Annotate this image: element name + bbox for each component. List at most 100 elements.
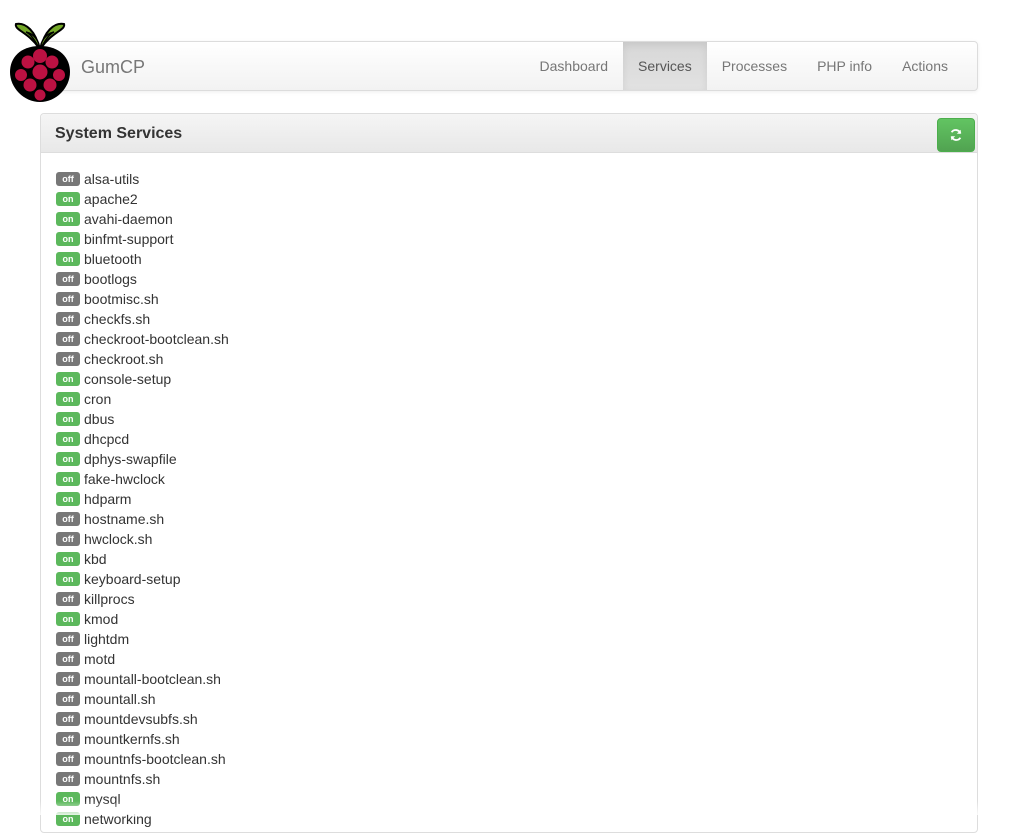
service-item: off bootlogs [56,269,229,289]
service-item: off killprocs [56,589,229,609]
service-item: on binfmt-support [56,229,229,249]
service-name: mountnfs.sh [84,771,161,787]
service-item: on apache2 [56,189,229,209]
service-item: off bootmisc.sh [56,289,229,309]
service-item: off mountall.sh [56,689,229,709]
status-badge: on [56,812,80,826]
service-name: dphys-swapfile [84,451,177,467]
service-name: lightdm [84,631,130,647]
status-badge: on [56,452,80,466]
service-item: on fake-hwclock [56,469,229,489]
status-badge: off [56,712,80,726]
status-badge: on [56,792,80,806]
service-name: hwclock.sh [84,531,153,547]
status-badge: on [56,472,80,486]
service-item: off mountdevsubfs.sh [56,709,229,729]
service-name: bootlogs [84,271,137,287]
status-badge: off [56,172,80,186]
panel-heading: System Services [41,114,977,153]
status-badge: on [56,552,80,566]
service-name: mountall-bootclean.sh [84,671,221,687]
status-badge: off [56,692,80,706]
service-name: mysql [84,791,121,807]
service-item: off motd [56,649,229,669]
status-badge: on [56,432,80,446]
status-badge: on [56,192,80,206]
refresh-icon [950,129,962,141]
service-item: off lightdm [56,629,229,649]
service-item: on hdparm [56,489,229,509]
refresh-button[interactable] [937,118,975,152]
nav-php-info[interactable]: PHP info [802,42,887,90]
service-list: off alsa-utils on apache2 on avahi-daemon on bi… [56,169,229,829]
service-item: on mysql [56,789,229,809]
service-item: off checkroot-bootclean.sh [56,329,229,349]
service-name: alsa-utils [84,171,140,187]
status-badge: off [56,632,80,646]
nav-actions[interactable]: Actions [887,42,963,90]
status-badge: off [56,272,80,286]
service-name: keyboard-setup [84,571,181,587]
service-item: on kbd [56,549,229,569]
status-badge: off [56,672,80,686]
service-item: off checkfs.sh [56,309,229,329]
service-name: cron [84,391,112,407]
service-name: checkfs.sh [84,311,151,327]
status-badge: on [56,372,80,386]
nav-dashboard[interactable]: Dashboard [525,42,624,90]
service-name: mountkernfs.sh [84,731,180,747]
status-badge: off [56,752,80,766]
service-item: on dbus [56,409,229,429]
status-badge: off [56,772,80,786]
service-name: motd [84,651,116,667]
service-item: on networking [56,809,229,829]
service-name: mountdevsubfs.sh [84,711,198,727]
status-badge: off [56,512,80,526]
service-item: off mountnfs.sh [56,769,229,789]
status-badge: off [56,312,80,326]
services-panel: System Services off alsa-utils on apache2 on… [40,113,978,833]
service-name: kbd [84,551,107,567]
service-item: off hwclock.sh [56,529,229,549]
service-item: on console-setup [56,369,229,389]
status-badge: off [56,732,80,746]
status-badge: on [56,412,80,426]
status-badge: off [56,292,80,306]
status-badge: on [56,392,80,406]
status-badge: off [56,592,80,606]
service-name: bootmisc.sh [84,291,159,307]
panel-title: System Services [55,125,183,142]
status-badge: on [56,232,80,246]
nav-services[interactable]: Services [623,42,707,90]
brand-name[interactable]: GumCP [81,57,145,78]
service-item: on kmod [56,609,229,629]
main-nav: Dashboard Services Processes PHP info Ac… [525,42,963,90]
service-item: on keyboard-setup [56,569,229,589]
status-badge: on [56,572,80,586]
service-name: console-setup [84,371,172,387]
service-name: dhcpcd [84,431,130,447]
service-item: off mountkernfs.sh [56,729,229,749]
raspberry-logo-icon[interactable] [6,18,74,104]
service-name: dbus [84,411,115,427]
status-badge: off [56,332,80,346]
status-badge: on [56,612,80,626]
service-item: on avahi-daemon [56,209,229,229]
service-name: mountnfs-bootclean.sh [84,751,226,767]
service-item: off mountnfs-bootclean.sh [56,749,229,769]
status-badge: off [56,652,80,666]
service-name: hostname.sh [84,511,165,527]
service-item: on bluetooth [56,249,229,269]
navbar: GumCP Dashboard Services Processes PHP i… [40,41,978,91]
service-name: hdparm [84,491,132,507]
service-name: apache2 [84,191,138,207]
service-name: checkroot.sh [84,351,164,367]
service-item: off hostname.sh [56,509,229,529]
status-badge: on [56,492,80,506]
status-badge: off [56,532,80,546]
service-name: avahi-daemon [84,211,173,227]
status-badge: on [56,212,80,226]
nav-processes[interactable]: Processes [707,42,802,90]
service-name: mountall.sh [84,691,156,707]
service-name: networking [84,811,152,827]
